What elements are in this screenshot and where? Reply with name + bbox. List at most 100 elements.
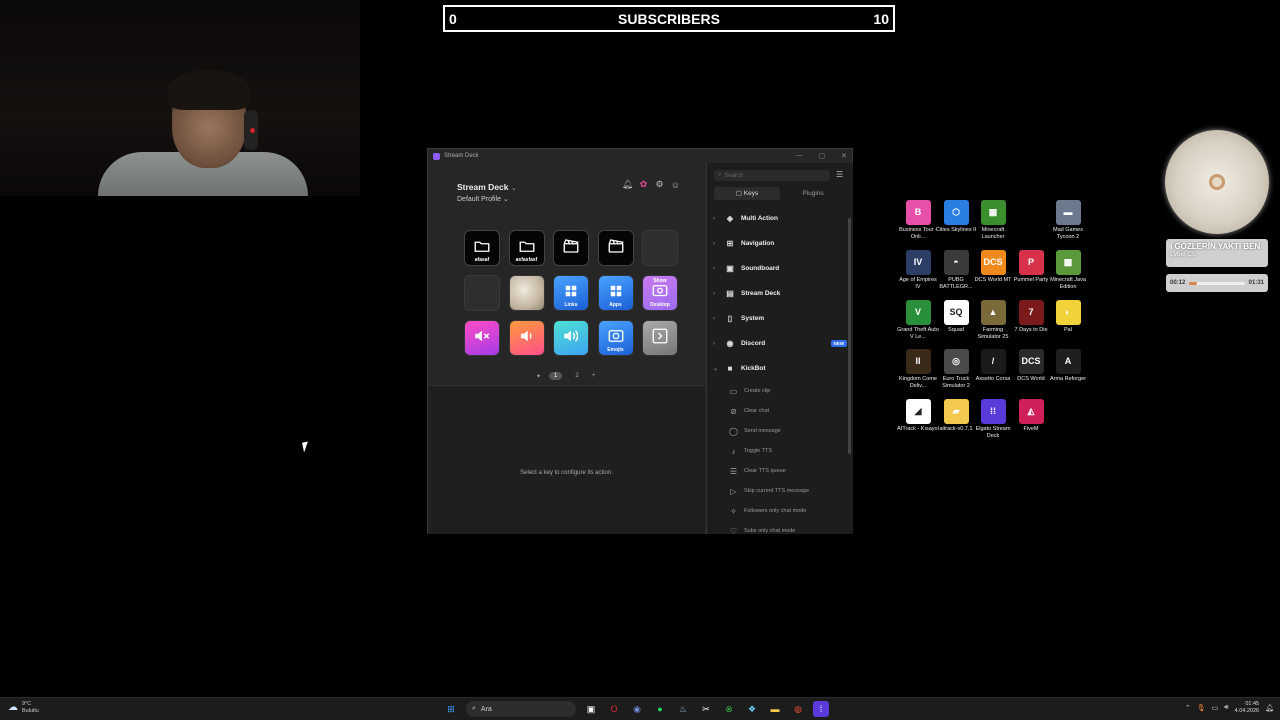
subscriber-count: 0 xyxy=(449,10,457,27)
file-explorer-icon[interactable]: ▬ xyxy=(767,701,783,717)
minimize-icon[interactable]: — xyxy=(796,152,803,160)
clock[interactable]: 01:45 4.04.2026 xyxy=(1235,701,1259,716)
stream-deck-key[interactable] xyxy=(597,230,634,266)
tab-keys[interactable]: ▢ Keys xyxy=(714,187,780,200)
taskbar-search-label: Ara xyxy=(480,705,492,713)
category-soundboard[interactable]: › ▣ Soundboard xyxy=(713,256,847,281)
stream-deck-key[interactable]: Links xyxy=(553,275,589,311)
copilot-icon[interactable]: ❖ xyxy=(744,701,760,717)
page-2-button[interactable]: 2 xyxy=(570,372,583,380)
task-view-icon[interactable]: ▣ xyxy=(583,701,599,717)
action-categories: › ◈ Multi Action › ⊞ Navigation › ▣ Soundboard › ▤… xyxy=(713,206,847,534)
add-page-icon[interactable]: + xyxy=(592,373,596,379)
bell-icon[interactable]: 🔔︎ xyxy=(622,179,633,189)
app-icon: ▰ xyxy=(943,399,969,424)
taskbar: ☁ 9°C Bulutlu ⊞ ⌕ Ara ▣ O ◉ ● ♨ ✂ ⊗ ❖ ▬ … xyxy=(0,697,1280,720)
desktop-shortcut[interactable]: ▩ Minecraft Java Edition xyxy=(1046,250,1090,291)
kickbot-action[interactable]: ♡ Subs only chat mode xyxy=(713,521,847,535)
category-multi-action[interactable]: › ◈ Multi Action xyxy=(713,206,847,231)
close-icon[interactable]: ✕ xyxy=(841,152,847,160)
gear-icon[interactable]: ⚙ xyxy=(655,179,664,189)
stream-deck-key[interactable] xyxy=(508,320,545,356)
stream-deck-key[interactable]: Emojis xyxy=(597,320,634,356)
app-icon: ▬ xyxy=(1055,200,1081,225)
stream-deck-key[interactable] xyxy=(553,320,589,356)
action-label: Skip current TTS message xyxy=(744,488,810,494)
desktop-shortcut[interactable]: ◭ FiveM xyxy=(1009,399,1053,433)
category-label: Stream Deck xyxy=(741,290,781,297)
marketplace-icon[interactable]: ✿ xyxy=(639,179,648,189)
kickbot-action[interactable]: ✧ Followers only chat mode xyxy=(713,501,847,521)
stream-deck-key[interactable] xyxy=(508,275,545,311)
pin-icon[interactable]: ✦ xyxy=(536,373,541,380)
kickbot-action[interactable]: ▷ Skip current TTS message xyxy=(713,481,847,501)
key-label: Emojis xyxy=(607,347,624,353)
spotify-icon[interactable]: ● xyxy=(652,701,668,717)
stream-deck-key[interactable]: afasaf xyxy=(464,230,500,266)
category-kickbot[interactable]: ⌄ ■ KickBot xyxy=(713,356,847,381)
capcut-icon[interactable]: ✂ xyxy=(698,701,714,717)
kickbot-action[interactable]: ▭ Create clip xyxy=(713,381,847,401)
next-page-icon xyxy=(651,327,669,350)
app-icon: ⬡ xyxy=(943,200,969,225)
stream-deck-key[interactable]: Show Desktop xyxy=(642,275,678,311)
category-stream-deck[interactable]: › ▤ Stream Deck xyxy=(713,281,847,306)
stream-deck-key[interactable] xyxy=(553,230,589,266)
action-label: Clear chat xyxy=(744,408,770,414)
tab-plugins[interactable]: Plugins xyxy=(780,187,846,200)
desktop-shortcut[interactable]: ▬ Mad Games Tycoon 2 xyxy=(1046,200,1090,241)
stream-deck-key[interactable]: asfasfasf xyxy=(508,230,545,266)
progress-fill xyxy=(1189,281,1197,285)
window-titlebar[interactable]: Stream Deck — ▢ ✕ xyxy=(428,149,852,163)
app-icon: ◐ xyxy=(1055,300,1081,325)
property-inspector-hint: Select a key to configure its action. xyxy=(520,470,613,476)
speaker-icon[interactable]: 🔊︎ xyxy=(1224,704,1228,712)
device-selector[interactable]: Stream Deck ⌄ xyxy=(457,182,517,192)
actions-scrollbar[interactable] xyxy=(848,218,851,454)
stream-deck-logo-icon xyxy=(433,152,440,160)
kickbot-action[interactable]: ♪ Toggle TTS xyxy=(713,441,847,461)
xbox-icon[interactable]: ⊗ xyxy=(721,701,737,717)
progress-bar[interactable] xyxy=(1189,281,1245,285)
account-icon[interactable]: ☺ xyxy=(671,180,680,190)
windows-start-icon[interactable]: ⊞ xyxy=(443,701,459,717)
app-icon: B xyxy=(905,200,931,225)
stream-deck-taskbar-icon[interactable]: ⁞ xyxy=(813,701,829,717)
action-icon: ☰ xyxy=(729,466,738,476)
chevron-up-icon[interactable]: ⌃ xyxy=(1185,704,1191,712)
playback-progress: 00:12 01:31 xyxy=(1166,274,1268,292)
kickbot-action[interactable]: ⊘ Clear chat xyxy=(713,401,847,421)
property-inspector: Select a key to configure its action. xyxy=(428,385,705,534)
page-1-button[interactable]: 1 xyxy=(549,372,563,380)
weather-widget[interactable]: ☁ 9°C Bulutlu xyxy=(8,701,39,714)
steam-icon[interactable]: ♨ xyxy=(675,701,691,717)
volume-down-icon xyxy=(518,327,536,350)
stream-deck-key[interactable] xyxy=(642,230,678,266)
maximize-icon[interactable]: ▢ xyxy=(819,152,826,160)
stream-deck-key[interactable] xyxy=(464,320,500,356)
desktop-shortcut[interactable]: A Arma Reforger xyxy=(1046,349,1090,383)
opera-icon[interactable]: O xyxy=(606,701,622,717)
desktop-shortcut[interactable]: ◐ Pal xyxy=(1046,300,1090,334)
stream-deck-key[interactable] xyxy=(464,275,500,311)
category-navigation[interactable]: › ⊞ Navigation xyxy=(713,231,847,256)
microphone-icon[interactable]: 🎙︎ xyxy=(1197,704,1206,712)
list-view-icon[interactable]: ☰ xyxy=(836,170,843,179)
desktop-shortcut[interactable]: ▦ Minecraft Launcher xyxy=(971,200,1015,241)
category-discord[interactable]: › ◉ Discord NEW xyxy=(713,331,847,356)
discord-icon[interactable]: ◉ xyxy=(629,701,645,717)
chrome-icon[interactable]: ◍ xyxy=(790,701,806,717)
notification-icon[interactable]: 🔔︎ xyxy=(1265,704,1274,712)
streamer-figure xyxy=(98,70,308,196)
search-input[interactable]: ⌕ Search xyxy=(714,170,830,181)
chevron-right-icon: › xyxy=(713,315,715,322)
kickbot-action[interactable]: ◯ Send message xyxy=(713,421,847,441)
stream-deck-key[interactable] xyxy=(642,320,678,356)
taskbar-search[interactable]: ⌕ Ara xyxy=(466,701,576,717)
app-icon: / xyxy=(980,349,1006,374)
category-system[interactable]: › ▯ System xyxy=(713,306,847,331)
profile-selector[interactable]: Default Profile ⌄ xyxy=(457,195,509,203)
network-icon[interactable]: ▭ xyxy=(1212,704,1219,712)
kickbot-action[interactable]: ☰ Clear TTS queue xyxy=(713,461,847,481)
stream-deck-key[interactable]: Apps xyxy=(597,275,634,311)
